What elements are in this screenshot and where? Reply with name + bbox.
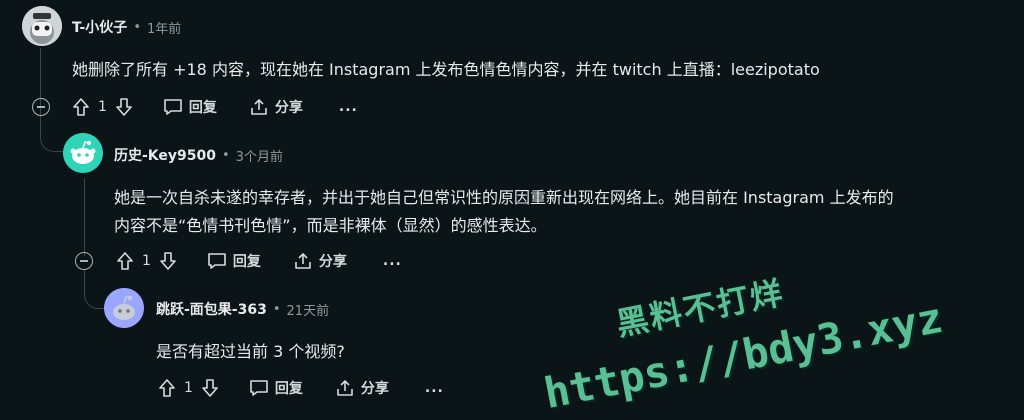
share-button[interactable]: 分享 <box>293 251 347 271</box>
downvote-button[interactable] <box>115 97 133 117</box>
reddit-snoo-icon <box>104 288 144 328</box>
upvote-button[interactable] <box>72 97 90 117</box>
more-options-button[interactable]: ... <box>339 99 358 115</box>
avatar[interactable] <box>104 288 144 328</box>
upvote-arrow-icon <box>73 98 89 116</box>
downvote-button[interactable] <box>159 251 177 271</box>
reply-label: 回复 <box>274 381 303 397</box>
upvote-arrow-icon <box>117 252 133 270</box>
downvote-arrow-icon <box>116 98 132 116</box>
downvote-button[interactable] <box>201 378 219 398</box>
vote-count: 1 <box>184 380 193 396</box>
separator-dot: • <box>272 301 281 317</box>
avatar[interactable] <box>63 133 103 173</box>
comment-header: 跳跃-面包果-363 • 21天前 <box>156 299 329 319</box>
share-button[interactable]: 分享 <box>249 97 303 117</box>
share-label: 分享 <box>318 254 347 270</box>
collapse-thread-button[interactable] <box>75 252 93 270</box>
comment-bubble-icon <box>164 99 182 115</box>
upvote-arrow-icon <box>159 379 175 397</box>
timestamp: 21天前 <box>286 303 330 319</box>
avatar[interactable] <box>22 6 62 46</box>
reply-label: 回复 <box>188 100 217 116</box>
reply-button[interactable]: 回复 <box>207 251 261 271</box>
username[interactable]: 历史-Key9500 <box>114 145 216 165</box>
timestamp: 1年前 <box>146 21 182 37</box>
comment-bubble-icon <box>208 253 226 269</box>
downvote-arrow-icon <box>160 252 176 270</box>
separator-dot: • <box>133 19 141 35</box>
comment-text-line: 她是一次自杀未遂的幸存者，并出于她自己但常识性的原因重新出现在网络上。她目前在 … <box>114 188 894 207</box>
comment-actions: 1 回复 分享 ... <box>116 247 402 275</box>
username[interactable]: T-小伙子 <box>72 17 127 37</box>
reddit-snoo-icon <box>63 133 103 173</box>
comment-actions: 1 回复 分享 ... <box>72 93 358 121</box>
comment-body: 她是一次自杀未遂的幸存者，并出于她自己但常识性的原因重新出现在网络上。她目前在 … <box>114 184 894 240</box>
reply-button[interactable]: 回复 <box>249 378 303 398</box>
collapse-thread-button[interactable] <box>32 98 50 116</box>
comment-body: 她删除了所有 +18 内容，现在她在 Instagram 上发布色情色情内容，并… <box>72 56 820 84</box>
comment-header: 历史-Key9500 • 3个月前 <box>114 145 283 165</box>
username[interactable]: 跳跃-面包果-363 <box>156 299 267 319</box>
thread-branch <box>40 115 63 152</box>
more-options-button[interactable]: ... <box>383 253 402 269</box>
comment-text-line: 是否有超过当前 3 个视频? <box>156 342 345 361</box>
share-label: 分享 <box>274 100 303 116</box>
separator-dot: • <box>222 147 230 163</box>
thread-branch <box>84 270 105 309</box>
comment-text-line: 她删除了所有 +18 内容，现在她在 Instagram 上发布色情色情内容，并… <box>72 60 820 79</box>
thread-line <box>84 178 85 256</box>
share-icon <box>295 253 311 269</box>
upvote-button[interactable] <box>116 251 134 271</box>
timestamp: 3个月前 <box>235 149 283 165</box>
reply-button[interactable]: 回复 <box>163 97 217 117</box>
reply-label: 回复 <box>232 254 261 270</box>
upvote-button[interactable] <box>158 378 176 398</box>
more-options-button[interactable]: ... <box>425 380 444 396</box>
vote-count: 1 <box>142 253 151 269</box>
comment-text-line: 内容不是“色情书刊色情”，而是非裸体（显然）的感性表达。 <box>114 216 547 235</box>
share-label: 分享 <box>360 381 389 397</box>
comment-body: 是否有超过当前 3 个视频? <box>156 338 345 366</box>
share-button[interactable]: 分享 <box>335 378 389 398</box>
avatar-image-icon <box>22 6 62 46</box>
downvote-arrow-icon <box>202 379 218 397</box>
comment-actions: 1 回复 分享 ... <box>158 374 444 402</box>
vote-count: 1 <box>98 99 107 115</box>
comment-header: T-小伙子 • 1年前 <box>72 17 181 37</box>
share-icon <box>251 99 267 115</box>
share-icon <box>337 380 353 396</box>
comment-bubble-icon <box>250 380 268 396</box>
